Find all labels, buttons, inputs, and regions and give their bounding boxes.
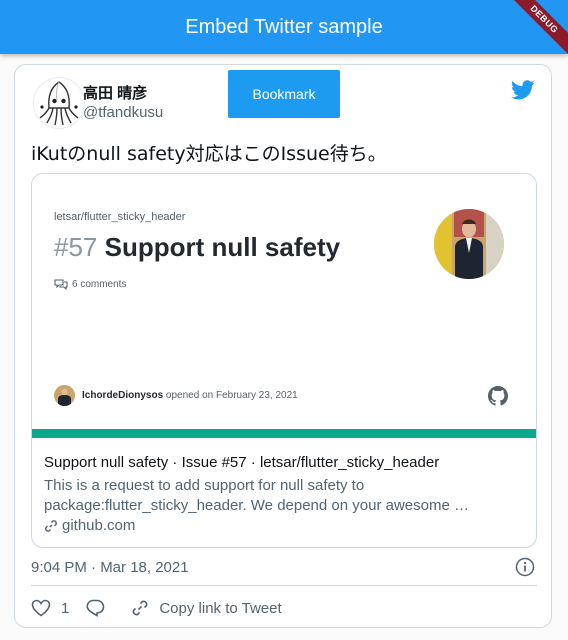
like-button[interactable]: 1: [31, 599, 69, 617]
comments-icon: [54, 279, 68, 290]
link-card-description: This is a request to add support for nul…: [44, 477, 469, 514]
twitter-bird-icon[interactable]: [511, 78, 535, 102]
author-handle[interactable]: @tfandkusu: [83, 104, 163, 121]
link-preview-image: letsar/flutter_sticky_header #57 Support…: [32, 174, 536, 429]
link-card-title[interactable]: Support null safety · Issue #57 · letsar…: [44, 454, 439, 471]
tweet-card[interactable]: 高田 晴彦 @tfandkusu Bookmark iKutのnull safe…: [14, 64, 552, 628]
preview-comments-count: 6 comments: [72, 279, 127, 290]
tweet-timestamp[interactable]: 9:04 PM · Mar 18, 2021: [31, 559, 189, 576]
author-avatar[interactable]: [33, 77, 85, 129]
link-card-domain[interactable]: github.com: [44, 517, 135, 534]
preview-issue-heading: Support null safety: [104, 232, 341, 262]
preview-user-avatar-small: [54, 385, 75, 406]
info-icon[interactable]: [515, 557, 535, 577]
heart-icon: [31, 599, 51, 617]
link-icon: [45, 519, 57, 532]
like-count: 1: [61, 599, 70, 617]
author-name[interactable]: 高田 晴彦: [83, 82, 147, 103]
preview-user-avatar-large: [434, 209, 504, 279]
bookmark-button[interactable]: Bookmark: [228, 70, 340, 118]
preview-issue-title: #57 Support null safety: [54, 232, 340, 263]
preview-username: IchordeDionysos: [82, 390, 164, 401]
copy-link-button[interactable]: Copy link to Tweet: [131, 599, 282, 617]
preview-issue-number: #57: [54, 232, 98, 262]
reply-icon: [86, 599, 105, 617]
link-card[interactable]: letsar/flutter_sticky_header #57 Support…: [31, 173, 537, 548]
preview-accent-bar: [32, 429, 536, 438]
copy-link-icon: [132, 600, 148, 616]
tweet-actions: 1 Copy link to Tweet: [31, 597, 282, 619]
preview-opened-by: IchordeDionysos opened on February 23, 2…: [82, 390, 298, 401]
link-card-domain-text: github.com: [62, 517, 136, 534]
tweet-text: iKutのnull safety対応はこのIssue待ち。: [31, 143, 387, 165]
app-bar-title: Embed Twitter sample: [185, 15, 383, 38]
copy-link-label: Copy link to Tweet: [159, 599, 282, 617]
actions-divider: [31, 585, 537, 586]
app-bar: Embed Twitter sample: [0, 0, 568, 54]
preview-repo-name: letsar/flutter_sticky_header: [54, 211, 186, 223]
preview-opened-text: opened on February 23, 2021: [165, 390, 298, 401]
preview-comments: 6 comments: [54, 279, 126, 290]
reply-button[interactable]: [85, 599, 105, 617]
github-icon: [488, 386, 508, 406]
